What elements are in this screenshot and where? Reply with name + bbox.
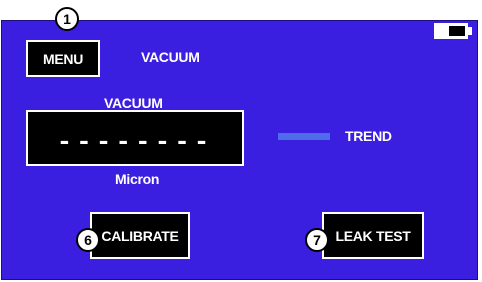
screen-title: VACUUM xyxy=(141,49,200,65)
battery-terminal xyxy=(468,27,472,35)
calibrate-button[interactable]: CALIBRATE xyxy=(90,212,190,259)
callout-marker-calibrate: 6 xyxy=(76,228,100,252)
trend-label: TREND xyxy=(345,128,392,144)
vacuum-heading: VACUUM xyxy=(104,95,163,111)
leak-test-button[interactable]: LEAK TEST xyxy=(322,212,424,259)
menu-button[interactable]: MENU xyxy=(26,40,100,77)
battery-level xyxy=(449,26,465,36)
vacuum-reading: -------- xyxy=(56,127,214,157)
callout-marker-leak-test: 7 xyxy=(305,228,329,252)
unit-label: Micron xyxy=(115,171,160,187)
battery-icon xyxy=(434,23,474,39)
vacuum-readout: -------- xyxy=(26,110,244,166)
trend-indicator xyxy=(278,133,330,140)
callout-marker-menu: 1 xyxy=(55,7,79,31)
